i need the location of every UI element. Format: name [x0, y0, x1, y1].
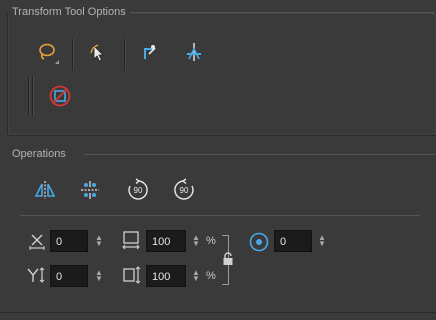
select-tool[interactable]	[84, 38, 112, 66]
flip-vertical-icon	[81, 181, 99, 199]
operations-rule	[84, 154, 435, 155]
width-icon	[122, 230, 140, 253]
y-position-field[interactable]: 0	[50, 265, 88, 287]
transform-tool-options-title: Transform Tool Options	[8, 6, 130, 18]
flip-horizontal-button[interactable]	[31, 176, 59, 204]
tool-options-corner	[55, 60, 59, 64]
flip-horizontal-icon	[34, 181, 56, 199]
pivot-axis-icon	[187, 43, 201, 61]
rotate-90-cw-icon: 90	[128, 178, 148, 200]
y-position-stepper[interactable]: ▲ ▼	[95, 269, 103, 283]
height-percent-label: %	[206, 270, 216, 282]
pivot-tool-2[interactable]	[180, 38, 208, 66]
toolbar-separator-2	[124, 38, 125, 70]
lock-icon[interactable]	[222, 252, 234, 269]
operations-divider	[20, 215, 420, 216]
svg-text:90: 90	[134, 186, 143, 195]
no-contour-tool[interactable]	[46, 82, 74, 110]
height-icon	[122, 266, 142, 287]
height-field[interactable]: 100	[146, 265, 186, 287]
width-stepper[interactable]: ▲ ▼	[192, 234, 200, 248]
x-position-field[interactable]: 0	[50, 230, 88, 252]
rotate-90-ccw-button[interactable]: 90	[170, 176, 198, 204]
rotation-angle-stepper[interactable]: ▲ ▼	[318, 234, 326, 248]
rotate-90-cw-button[interactable]: 90	[124, 176, 152, 204]
rotation-angle-field[interactable]: 0	[274, 230, 312, 252]
operations-title: Operations	[8, 148, 70, 160]
toolbar-row2-handle-2	[32, 76, 33, 116]
toolbar-row2-handle	[28, 76, 29, 116]
width-percent-label: %	[206, 235, 216, 247]
rotation-angle-icon	[248, 231, 270, 256]
transform-tool-options-group	[7, 12, 436, 136]
flip-vertical-button[interactable]	[76, 176, 104, 204]
prohibited-square-icon	[49, 85, 71, 107]
height-stepper[interactable]: ▲ ▼	[192, 269, 200, 283]
pivot-star-icon	[144, 45, 156, 59]
x-position-stepper[interactable]: ▲ ▼	[95, 234, 103, 248]
arrow-cursor-icon	[90, 44, 104, 62]
rotate-90-ccw-icon: 90	[174, 178, 194, 200]
svg-text:90: 90	[180, 186, 189, 195]
lasso-selection-tool[interactable]	[33, 38, 61, 66]
toolbar-separator	[72, 38, 73, 70]
pivot-tool-1[interactable]	[134, 38, 162, 66]
title-rule	[130, 12, 435, 13]
y-position-icon	[26, 266, 46, 287]
bottom-edge	[0, 312, 436, 313]
x-position-icon	[28, 232, 46, 253]
width-field[interactable]: 100	[146, 230, 186, 252]
